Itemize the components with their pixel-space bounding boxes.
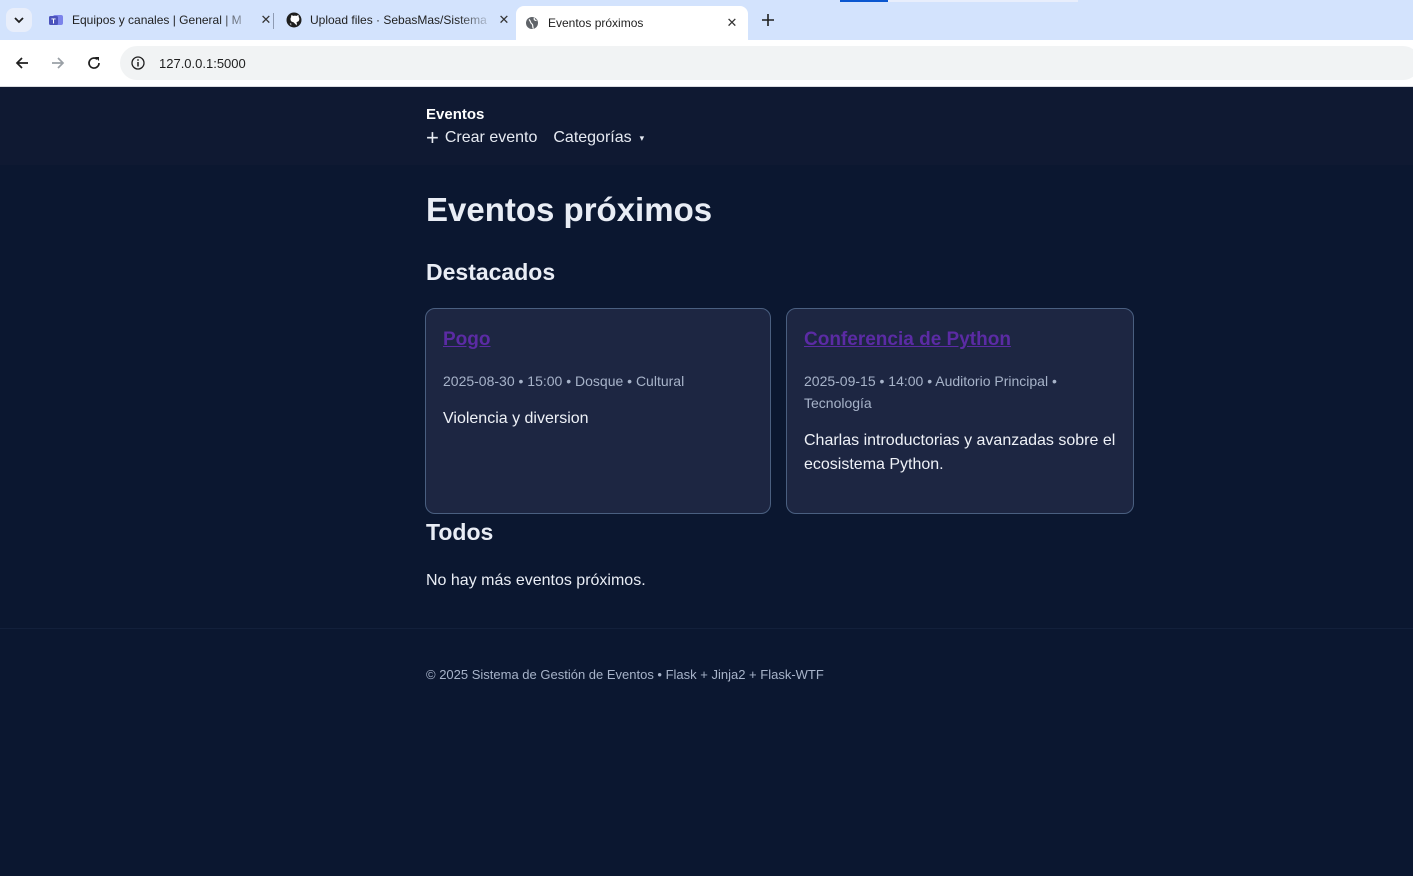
event-title-link[interactable]: Pogo (443, 329, 753, 351)
tab-strip-accent (840, 0, 888, 2)
new-tab-button[interactable] (756, 8, 780, 32)
url-text: 127.0.0.1:5000 (159, 55, 246, 71)
footer-divider (0, 628, 1413, 629)
page-content: Eventos + Crear evento Categorías ▾ Even… (0, 87, 1413, 876)
event-title-link[interactable]: Conferencia de Python (804, 329, 1116, 351)
chevron-down-icon (14, 17, 24, 24)
event-card: Pogo 2025-08-30 • 15:00 • Dosque • Cultu… (425, 308, 771, 514)
forward-button[interactable] (46, 51, 70, 75)
address-bar[interactable]: 127.0.0.1:5000 (120, 46, 1413, 80)
event-description: Violencia y diversion (443, 410, 589, 427)
create-event-link[interactable]: + Crear evento (426, 125, 538, 150)
event-description: Charlas introductorias y avanzadas sobre… (804, 432, 1116, 473)
reload-button[interactable] (82, 51, 106, 75)
tab-teams[interactable]: T Equipos y canales | General | M ✕ (40, 6, 276, 34)
main-nav: + Crear evento Categorías ▾ (426, 125, 660, 150)
event-meta: 2025-09-15 • 14:00 • Auditorio Principal… (804, 373, 1057, 411)
all-events-heading: Todos (426, 519, 494, 545)
featured-heading: Destacados (426, 259, 556, 285)
reload-icon (88, 57, 100, 69)
browser-tab-strip: T Equipos y canales | General | M ✕ Uplo… (0, 0, 1413, 40)
plus-icon (762, 14, 774, 26)
categories-dropdown[interactable]: Categorías ▾ (553, 129, 644, 147)
plus-icon: + (426, 125, 439, 150)
back-button[interactable] (10, 51, 34, 75)
tab-separator (273, 13, 274, 29)
create-event-label: Crear evento (444, 129, 538, 146)
globe-icon (524, 15, 540, 31)
close-icon[interactable]: ✕ (494, 10, 514, 30)
tab-title: Equipos y canales | General | M (72, 13, 242, 27)
github-icon (286, 12, 302, 28)
tab-search-button[interactable] (6, 8, 32, 32)
browser-toolbar: 127.0.0.1:5000 (0, 40, 1413, 87)
site-brand[interactable]: Eventos (426, 106, 484, 123)
svg-text:T: T (51, 19, 56, 26)
info-icon[interactable] (130, 55, 146, 71)
tab-title: Eventos próximos (548, 16, 644, 30)
categories-label: Categorías (553, 129, 632, 146)
event-meta: 2025-08-30 • 15:00 • Dosque • Cultural (443, 373, 685, 389)
tab-title: Upload files · SebasMas/Sistema (310, 13, 487, 27)
empty-message: No hay más eventos próximos. (426, 572, 646, 589)
tab-strip-accent (888, 0, 1078, 2)
teams-icon: T (48, 12, 64, 28)
footer-text: © 2025 Sistema de Gestión de Eventos • F… (426, 667, 824, 682)
arrow-right-icon (52, 57, 65, 69)
site-header: Eventos + Crear evento Categorías ▾ (0, 87, 1413, 165)
page-title: Eventos próximos (426, 191, 713, 228)
arrow-left-icon (15, 57, 28, 69)
tab-github[interactable]: Upload files · SebasMas/Sistema ✕ (278, 6, 514, 34)
event-card: Conferencia de Python 2025-09-15 • 14:00… (786, 308, 1134, 514)
caret-down-icon: ▾ (639, 132, 645, 143)
tab-eventos[interactable]: Eventos próximos ✕ (516, 6, 748, 40)
close-icon[interactable]: ✕ (722, 13, 742, 33)
